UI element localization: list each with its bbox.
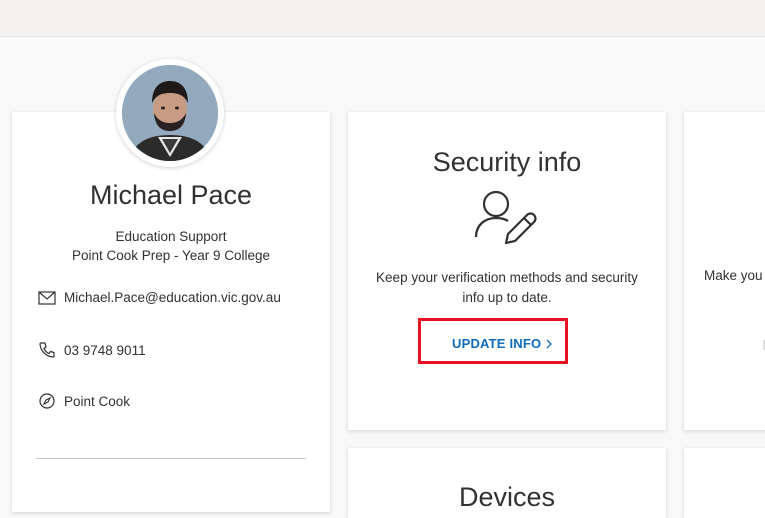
profile-organization: Point Cook Prep - Year 9 College	[71, 248, 271, 263]
email-text[interactable]: Michael.Pace@education.vic.gov.au	[64, 290, 281, 305]
email-row: Michael.Pace@education.vic.gov.au	[38, 290, 281, 305]
profile-card	[12, 112, 330, 512]
security-description: Keep your verification methods and secur…	[360, 268, 654, 307]
devices-title: Devices	[458, 482, 556, 512]
partial-card-lower	[684, 448, 765, 518]
user-edit-icon	[474, 190, 537, 245]
phone-row: 03 9748 9011	[38, 341, 146, 359]
phone-icon	[39, 342, 55, 358]
avatar-photo	[122, 65, 218, 161]
partial-chevron-icon	[763, 340, 765, 350]
top-bar	[0, 0, 765, 37]
profile-divider	[36, 458, 306, 459]
phone-text: 03 9748 9011	[64, 342, 146, 358]
location-text: Point Cook	[64, 393, 131, 409]
location-icon	[39, 393, 55, 409]
avatar	[116, 59, 224, 167]
location-row: Point Cook	[38, 392, 130, 410]
update-info-link[interactable]: UPDATE INFO	[452, 336, 541, 351]
partial-card-description: Make you	[704, 268, 763, 283]
security-description-line1: Keep your verification methods and secur…	[376, 270, 638, 285]
chevron-right-icon	[546, 339, 552, 349]
mail-icon	[38, 290, 56, 305]
security-info-title: Security info	[432, 147, 582, 177]
profile-name: Michael Pace	[89, 180, 253, 210]
profile-role: Education Support	[115, 229, 227, 244]
security-description-line2: info up to date.	[462, 289, 552, 305]
